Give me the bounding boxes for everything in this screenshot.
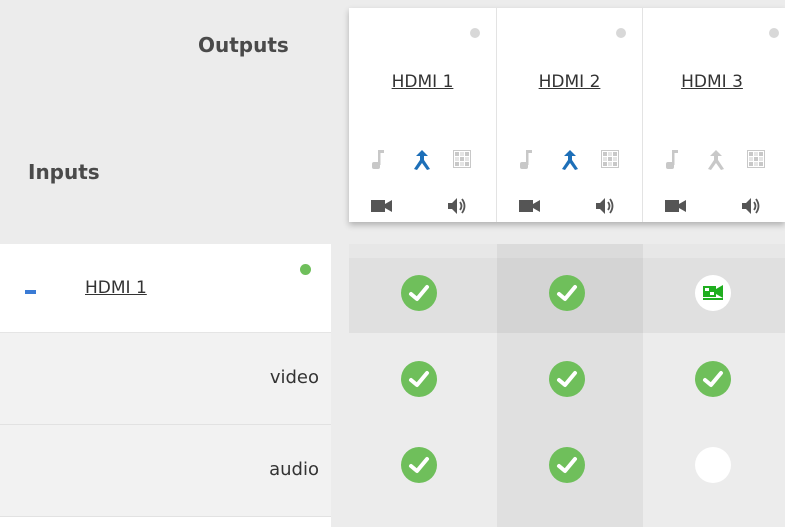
subrow-label-audio: audio: [269, 459, 319, 480]
speaker-icon[interactable]: [447, 196, 467, 216]
route-cell-check[interactable]: [548, 446, 586, 484]
input-list: HDMI 1 video audio: [0, 244, 331, 527]
output-name-link[interactable]: HDMI 1: [349, 72, 496, 92]
merge-arrow-icon[interactable]: [705, 149, 727, 171]
output-header-cards: HDMI 1 HDMI 2 HDMI 3: [349, 8, 785, 222]
input-list-next-row: [0, 517, 331, 527]
output-status-dot: [769, 28, 779, 38]
output-card-hdmi-1: HDMI 1: [349, 8, 497, 222]
video-camera-icon[interactable]: [519, 199, 541, 213]
music-note-icon[interactable]: [371, 149, 385, 171]
pattern-grid-icon[interactable]: [747, 150, 765, 168]
collapse-toggle[interactable]: [25, 290, 36, 294]
output-icon-row-top: [497, 149, 642, 173]
pattern-grid-icon[interactable]: [453, 150, 471, 168]
input-name-link[interactable]: HDMI 1: [85, 278, 147, 298]
input-subrow-audio: audio: [0, 425, 331, 517]
subrow-label-video: video: [269, 367, 319, 388]
video-camera-icon[interactable]: [371, 199, 393, 213]
output-card-hdmi-3: HDMI 3: [643, 8, 785, 222]
input-subrow-video: video: [0, 333, 331, 425]
output-status-dot: [616, 28, 626, 38]
merge-arrow-icon[interactable]: [411, 149, 433, 171]
speaker-icon[interactable]: [741, 196, 761, 216]
output-name-link[interactable]: HDMI 2: [497, 72, 642, 92]
route-cell-check[interactable]: [400, 360, 438, 398]
route-cell-check[interactable]: [400, 274, 438, 312]
output-icon-row-bottom: [497, 195, 642, 219]
output-card-hdmi-2: HDMI 2: [497, 8, 643, 222]
inputs-heading: Inputs: [28, 160, 100, 184]
speaker-icon[interactable]: [595, 196, 615, 216]
pattern-grid-icon[interactable]: [601, 150, 619, 168]
route-cell-video-only[interactable]: [694, 274, 732, 312]
merge-arrow-icon[interactable]: [559, 149, 581, 171]
input-status-dot: [300, 264, 311, 275]
routing-grid: [349, 244, 785, 527]
output-name-link[interactable]: HDMI 3: [643, 72, 781, 92]
output-status-dot: [470, 28, 480, 38]
outputs-heading: Outputs: [198, 33, 289, 57]
output-icon-row-top: [643, 149, 785, 173]
music-note-icon[interactable]: [665, 149, 679, 171]
output-icon-row-bottom: [349, 195, 496, 219]
route-cell-check[interactable]: [400, 446, 438, 484]
grid-header-gap: [349, 244, 785, 258]
input-row-hdmi-1[interactable]: HDMI 1: [0, 244, 331, 333]
route-cell-check[interactable]: [548, 274, 586, 312]
route-cell-check[interactable]: [694, 360, 732, 398]
output-icon-row-bottom: [643, 195, 785, 219]
video-camera-icon[interactable]: [665, 199, 687, 213]
routing-matrix-page: Outputs Inputs HDMI 1 HDMI 2 HDMI 3 HDMI…: [0, 0, 785, 527]
output-icon-row-top: [349, 149, 496, 173]
music-note-icon[interactable]: [519, 149, 533, 171]
route-cell-empty[interactable]: [694, 446, 732, 484]
route-cell-check[interactable]: [548, 360, 586, 398]
